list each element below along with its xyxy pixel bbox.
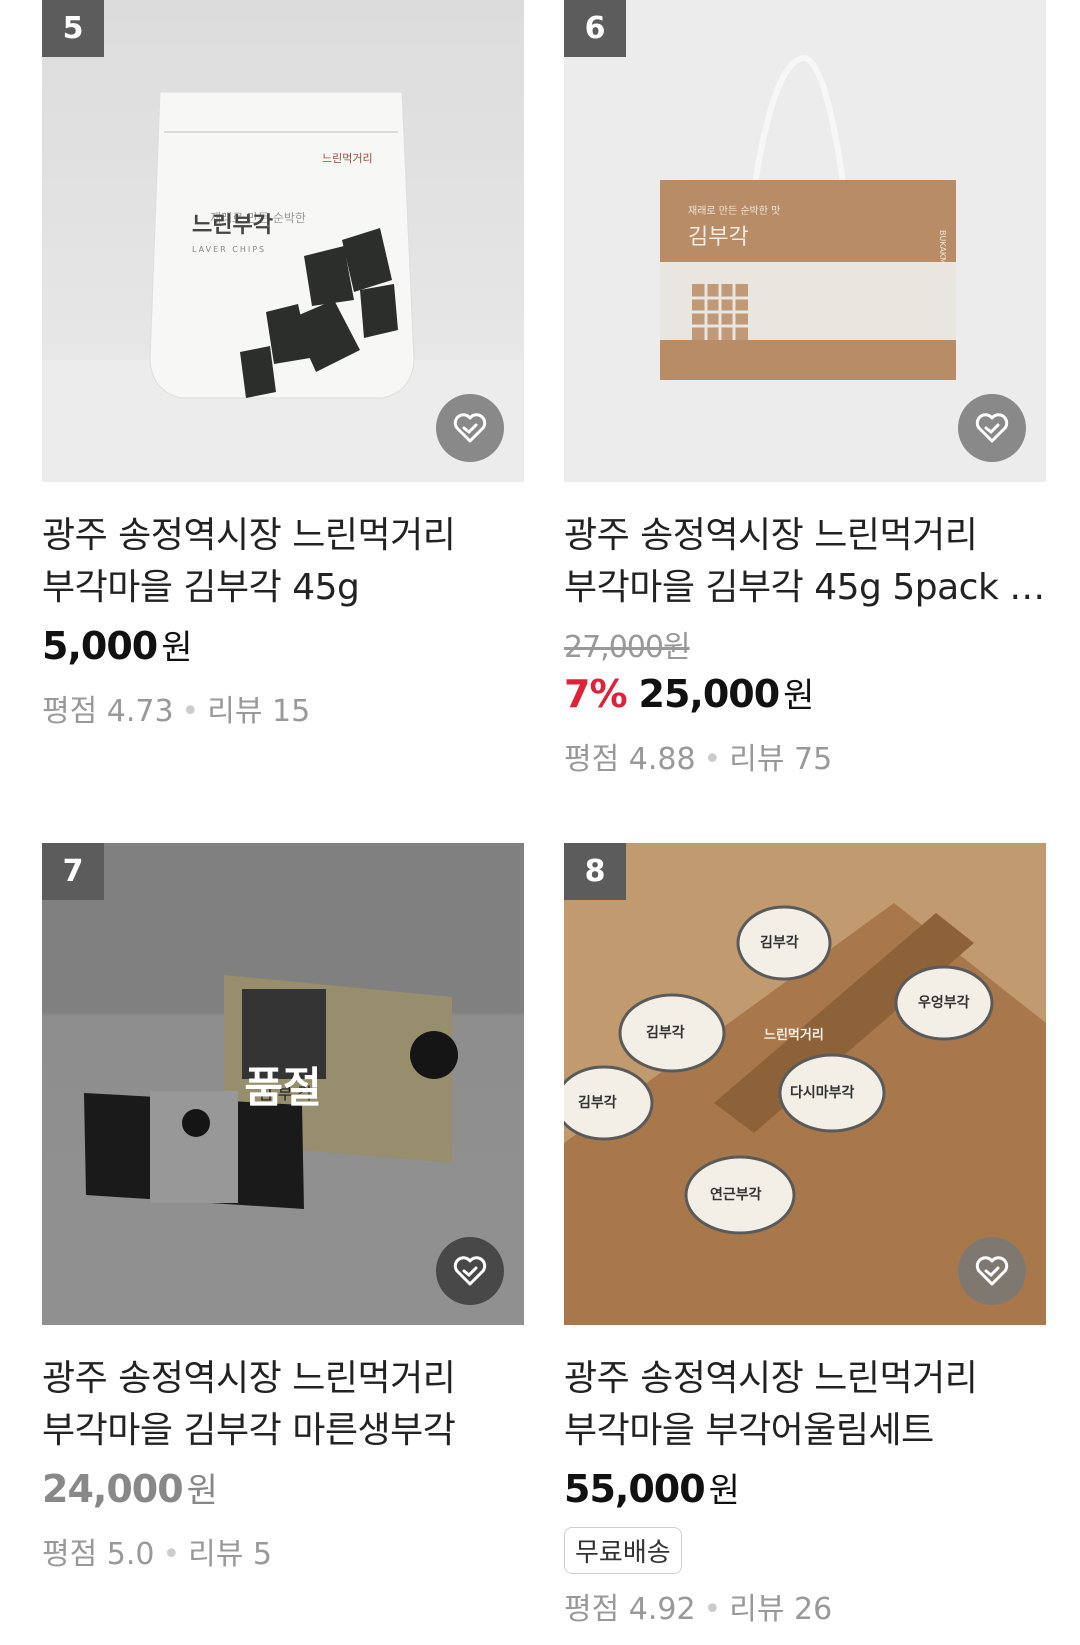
soldout-label: 품절 (244, 1062, 322, 1112)
separator-dot: • (162, 1537, 181, 1572)
wishlist-button[interactable] (958, 1237, 1026, 1305)
product-title[interactable]: 광주 송정역시장 느린먹거리 부각마을 김부각 마른생부각 (42, 1353, 524, 1457)
price-row: 5,000 원 (42, 620, 524, 676)
rank-badge: 7 (42, 843, 104, 900)
product-title-line: 광주 송정역시장 느린먹거리 (42, 1358, 456, 1399)
pkg-name-text: 느린부각 (192, 213, 273, 238)
product-card-6[interactable]: 6 재래로 만든 순박한 맛 김부각 BUKAKMAEUL 광주 송정역시장 느… (564, 0, 1046, 778)
jar-label: 다시마부각 (790, 1084, 855, 1101)
rank-badge: 5 (42, 0, 104, 57)
wishlist-button[interactable] (436, 394, 504, 462)
rating-text: 평점 4.73 (42, 694, 174, 729)
heart-check-icon (453, 1256, 487, 1286)
currency-label: 원 (708, 1471, 740, 1511)
product-title[interactable]: 광주 송정역시장 느린먹거리 부각마을 김부각 45g (42, 510, 524, 614)
rating-text: 평점 4.88 (564, 742, 696, 777)
product-title-line: 부각마을 부각어울림세트 (564, 1410, 934, 1451)
review-count: 리뷰 26 (729, 1592, 833, 1627)
rating-review: 평점 4.92 • 리뷰 26 (564, 1584, 1046, 1628)
pkg-brand-text: 느린먹거리 (764, 1027, 824, 1043)
price-row: 24,000 원 (42, 1463, 524, 1519)
product-card-7[interactable]: 7 김 부 각 품절 광주 송정역시장 느린먹거리 부각마을 김부각 마른생부각… (42, 843, 524, 1573)
rating-review: 평점 4.73 • 리뷰 15 (42, 686, 524, 730)
currency-label: 원 (186, 1471, 218, 1511)
free-shipping-badge: 무료배송 (564, 1527, 682, 1574)
product-title-line: 부각마을 김부각 마른생부각 (42, 1410, 456, 1451)
separator-dot: • (703, 1592, 722, 1627)
wishlist-button[interactable] (436, 1237, 504, 1305)
product-title-line: 부각마을 김부각 45g (42, 567, 360, 608)
rating-review: 평점 5.0 • 리뷰 5 (42, 1529, 524, 1573)
separator-dot: • (181, 694, 200, 729)
heart-check-icon (975, 1256, 1009, 1286)
heart-check-icon (453, 413, 487, 443)
jar-label: 김부각 (646, 1024, 685, 1041)
review-count: 리뷰 15 (207, 694, 311, 729)
rating-text: 평점 5.0 (42, 1537, 155, 1572)
rank-badge: 8 (564, 843, 626, 900)
product-title-line: 광주 송정역시장 느린먹거리 (564, 1358, 978, 1399)
product-title-line: 광주 송정역시장 느린먹거리 (564, 515, 978, 556)
jar-label: 김부각 (760, 934, 799, 951)
product-image[interactable]: 5 재래로 만든 순박한 느린먹거리 느린부각 LAVER CHIPS (42, 0, 524, 482)
product-price: 5,000 (42, 624, 158, 668)
pkg-name-text: 김부각 (688, 225, 749, 250)
currency-label: 원 (783, 676, 815, 716)
product-image[interactable]: 8 김부각 김부각 다시마부각 우엉부각 연근부각 김부각 느린먹거리 (564, 843, 1046, 1325)
product-price: 25,000 (638, 672, 781, 716)
jar-label: 김부각 (578, 1094, 617, 1111)
review-count: 리뷰 75 (729, 742, 833, 777)
product-image[interactable]: 6 재래로 만든 순박한 맛 김부각 BUKAKMAEUL (564, 0, 1046, 482)
rating-review: 평점 4.88 • 리뷰 75 (564, 734, 1046, 778)
price-row: 7% 25,000 원 (564, 668, 1046, 724)
jar-label: 연근부각 (710, 1186, 762, 1203)
pkg-en-text: LAVER CHIPS (192, 245, 266, 254)
product-title[interactable]: 광주 송정역시장 느린먹거리 부각마을 김부각 45g 5pack 세트 (564, 510, 1046, 614)
product-title-line: 광주 송정역시장 느린먹거리 (42, 515, 456, 556)
currency-label: 원 (161, 628, 193, 668)
product-title[interactable]: 광주 송정역시장 느린먹거리 부각마을 부각어울림세트 (564, 1353, 1046, 1457)
product-grid: 5 재래로 만든 순박한 느린먹거리 느린부각 LAVER CHIPS 광주 송… (0, 0, 1080, 1645)
discount-rate: 7% (564, 672, 628, 716)
product-card-8[interactable]: 8 김부각 김부각 다시마부각 우엉부각 연근부각 김부각 느린먹거리 광주 송… (564, 843, 1046, 1628)
pkg-en-text: BUKAKMAEUL (938, 230, 947, 285)
product-price: 24,000 (42, 1467, 184, 1511)
original-price: 27,000원 (564, 630, 691, 665)
heart-check-icon (975, 413, 1009, 443)
rating-text: 평점 4.92 (564, 1592, 696, 1627)
product-title-line: 부각마을 김부각 45g 5pack 세트 (564, 567, 1046, 608)
product-image[interactable]: 7 김 부 각 품절 (42, 843, 524, 1325)
review-count: 리뷰 5 (188, 1537, 272, 1572)
separator-dot: • (703, 742, 722, 777)
wishlist-button[interactable] (958, 394, 1026, 462)
product-card-5[interactable]: 5 재래로 만든 순박한 느린먹거리 느린부각 LAVER CHIPS 광주 송… (42, 0, 524, 730)
rank-badge: 6 (564, 0, 626, 57)
jar-label: 우엉부각 (918, 994, 970, 1011)
pkg-sub-text: 재래로 만든 순박한 맛 (688, 205, 780, 217)
price-row: 55,000 원 (564, 1463, 1046, 1519)
pkg-brand-text: 느린먹거리 (322, 152, 373, 165)
product-price: 55,000 (564, 1467, 706, 1511)
